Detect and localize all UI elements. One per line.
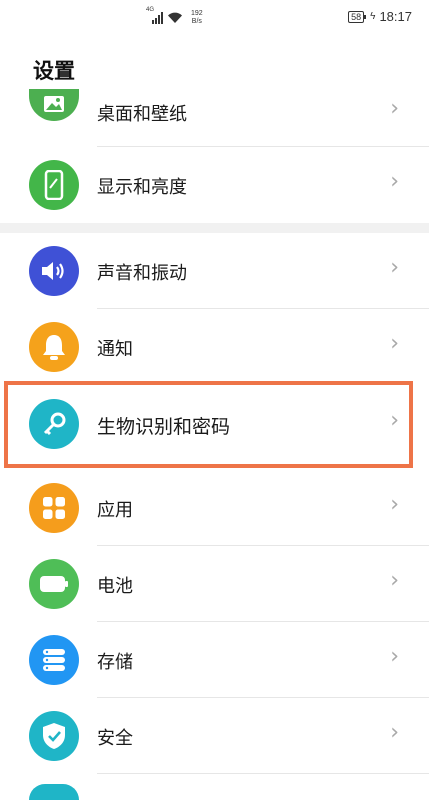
speed-value: 192: [191, 10, 203, 17]
network-type: 4G: [146, 7, 155, 13]
next-item-icon: [29, 784, 79, 800]
settings-item-apps[interactable]: 应用 ›: [0, 470, 429, 546]
status-bar: 4G 192 B/s 58 ϟ 18:17: [0, 0, 429, 36]
settings-item-display[interactable]: 显示和亮度 ›: [0, 147, 429, 223]
settings-item-label: 应用: [97, 500, 133, 521]
settings-item-storage[interactable]: 存储 ›: [0, 622, 429, 698]
signal-icon: [152, 12, 163, 24]
chevron-right-icon: ›: [390, 255, 399, 280]
settings-item-label: 显示和亮度: [97, 177, 187, 198]
settings-item-next[interactable]: [0, 774, 429, 800]
chevron-right-icon: ›: [390, 169, 399, 194]
chevron-right-icon: ›: [390, 96, 399, 121]
clock: 18:17: [379, 9, 412, 24]
settings-item-label: 存储: [97, 652, 133, 673]
shield-icon: [29, 711, 79, 761]
apps-icon: [29, 483, 79, 533]
storage-icon: [29, 635, 79, 685]
settings-item-battery[interactable]: 电池 ›: [0, 546, 429, 622]
settings-item-notifications[interactable]: 通知 ›: [0, 309, 429, 385]
chevron-right-icon: ›: [390, 492, 399, 517]
network-status: 4G 192 B/s: [146, 7, 203, 29]
chevron-right-icon: ›: [390, 568, 399, 593]
status-right: 58 ϟ 18:17: [348, 9, 412, 24]
settings-item-sound[interactable]: 声音和振动 ›: [0, 233, 429, 309]
chevron-right-icon: ›: [390, 331, 399, 356]
bell-icon: [29, 322, 79, 372]
group-separator: [0, 223, 429, 233]
settings-item-label: 声音和振动: [97, 263, 187, 284]
charging-icon: ϟ: [370, 11, 376, 22]
battery-icon: [29, 559, 79, 609]
chevron-right-icon: ›: [390, 644, 399, 669]
settings-item-label: 通知: [97, 339, 133, 360]
settings-item-security[interactable]: 安全 ›: [0, 698, 429, 774]
display-icon: [29, 160, 79, 210]
network-speed: 192 B/s: [191, 10, 203, 26]
speaker-icon: [29, 246, 79, 296]
wallpaper-icon: [29, 89, 79, 121]
battery-indicator: 58: [348, 10, 367, 23]
highlight-frame: [4, 381, 413, 468]
wifi-icon: [168, 12, 182, 23]
settings-item-wallpaper[interactable]: 桌面和壁纸 ›: [0, 71, 429, 147]
settings-item-label: 安全: [97, 728, 133, 749]
settings-item-label: 电池: [97, 576, 133, 597]
settings-item-label: 桌面和壁纸: [97, 104, 187, 125]
chevron-right-icon: ›: [390, 720, 399, 745]
speed-unit: B/s: [191, 18, 202, 25]
